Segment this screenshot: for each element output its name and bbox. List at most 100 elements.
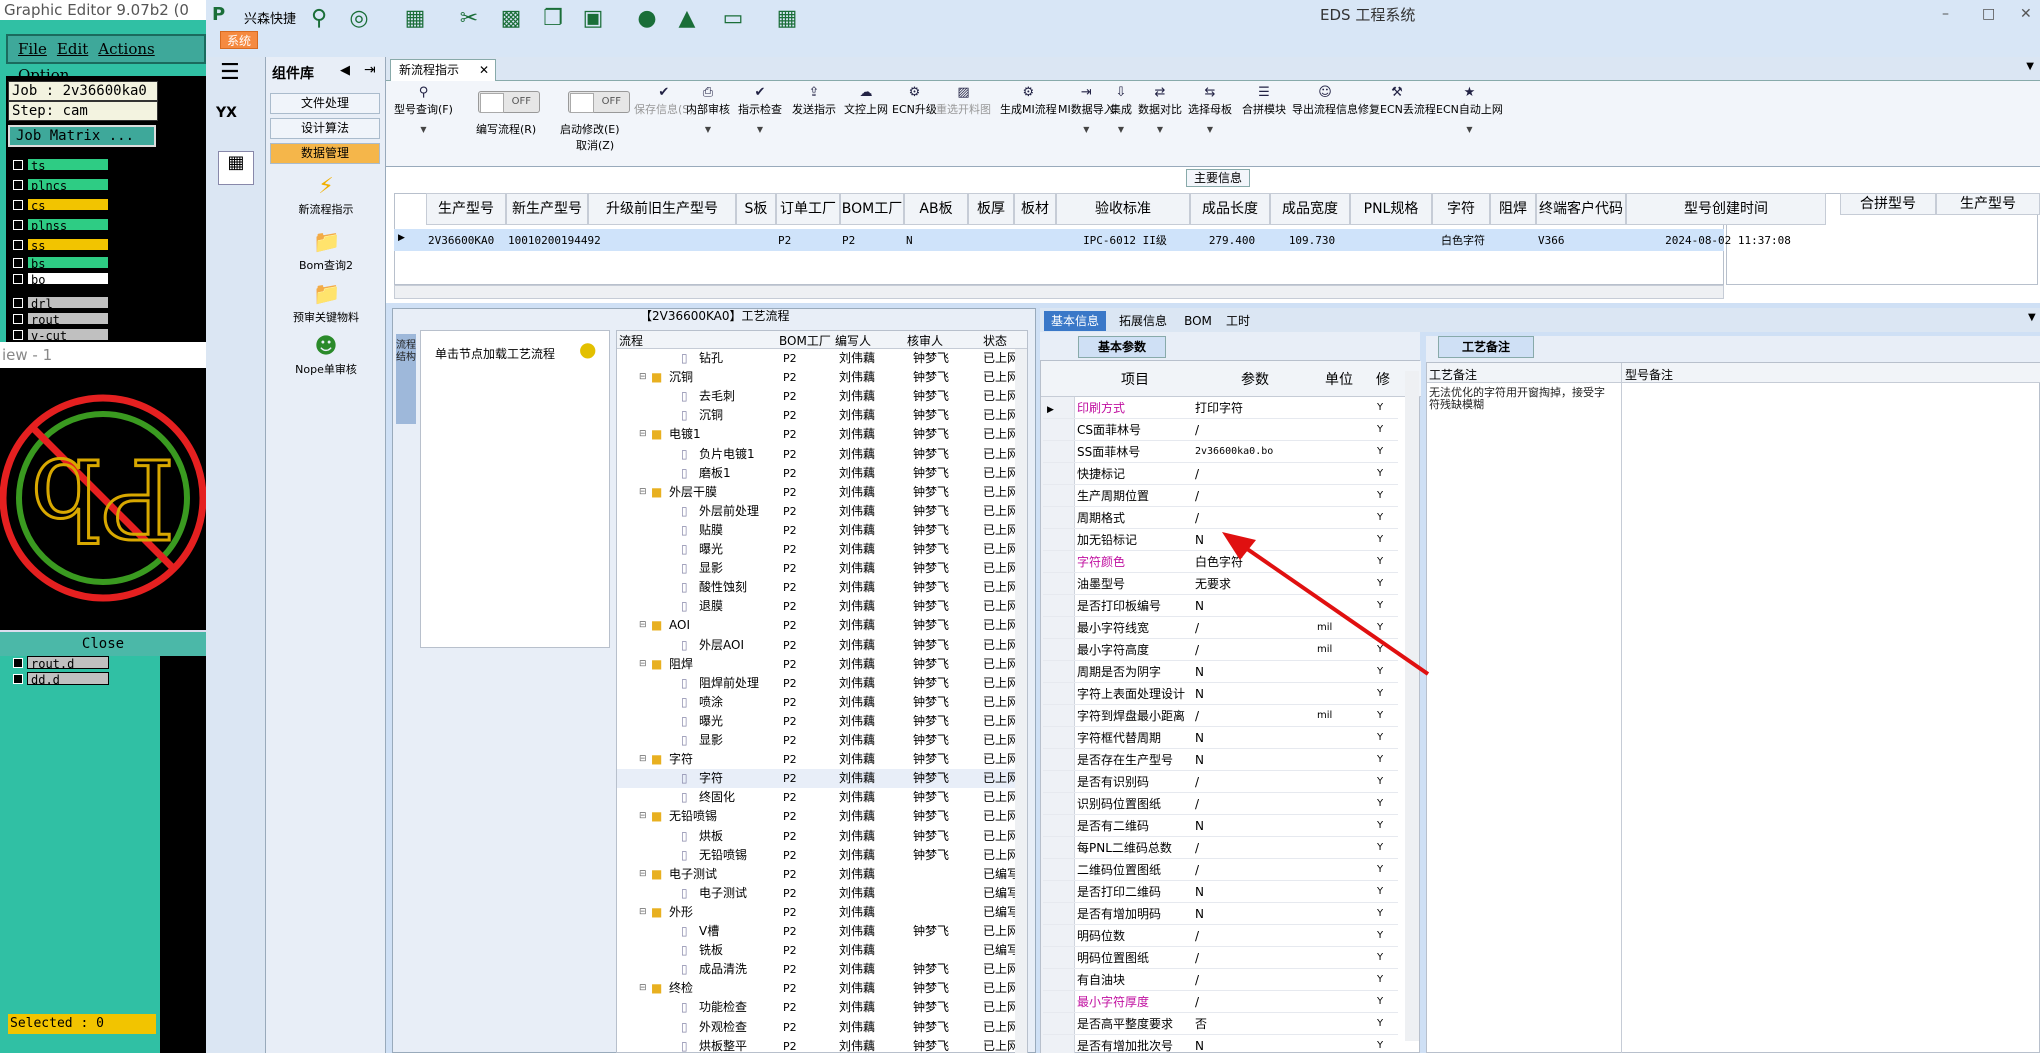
nope-review-item[interactable]: ☻ Nope单审核 <box>266 335 386 377</box>
param-row[interactable]: CS面菲林号 / Y <box>1043 419 1398 441</box>
layer-checkbox[interactable] <box>13 180 23 190</box>
start-edit-toggle[interactable]: OFF <box>568 91 630 113</box>
grid-col-header[interactable]: 板材 <box>1014 193 1056 225</box>
dropdown-icon[interactable]: ▼ <box>686 125 730 134</box>
yx-module-icon[interactable]: YX <box>216 105 256 141</box>
param-row[interactable]: SS面菲林号 2v36600ka0.bo Y <box>1043 441 1398 463</box>
ribbon-button[interactable]: ▨ 重选开料图 <box>936 85 991 117</box>
layer-row[interactable]: ss <box>10 238 128 253</box>
tree-row[interactable]: ▯ 外观检查 P2 刘伟藕 钟梦飞 已上网 <box>617 1018 1017 1037</box>
param-row[interactable]: 二维码位置图纸 / Y <box>1043 859 1398 881</box>
layer-row[interactable]: bo <box>10 272 128 287</box>
scissors-icon[interactable]: ✂ <box>456 6 482 32</box>
tree-row[interactable]: ⊟ ■ 沉铜 P2 刘伟藕 钟梦飞 已上网 <box>617 368 1017 387</box>
param-row[interactable]: 每PNL二维码总数 / Y <box>1043 837 1398 859</box>
expand-toggle-icon[interactable]: ⊟ <box>639 425 647 444</box>
layer-row[interactable]: drl <box>10 296 128 311</box>
param-value[interactable]: N <box>1195 683 1313 705</box>
param-value[interactable]: / <box>1195 991 1313 1013</box>
grid-col-header[interactable]: 生产型号 <box>426 193 506 225</box>
param-row[interactable]: 是否有二维码 N Y <box>1043 815 1398 837</box>
param-row[interactable]: 是否存在生产型号 N Y <box>1043 749 1398 771</box>
param-row[interactable]: 是否有识别码 / Y <box>1043 771 1398 793</box>
layer-checkbox[interactable] <box>13 330 23 340</box>
dropdown-icon[interactable]: ▼ <box>1138 125 1182 134</box>
detail-tab[interactable]: 拓展信息 <box>1110 311 1176 331</box>
grid-col-header[interactable]: AB板 <box>904 193 968 225</box>
param-value[interactable]: / <box>1195 771 1313 793</box>
pre-review-item[interactable]: 📁 预审关键物料 <box>266 283 386 325</box>
ribbon-button[interactable]: ⎙ 内部审核 ▼ <box>686 85 730 134</box>
param-value[interactable]: 打印字符 <box>1195 397 1313 419</box>
pin-icon[interactable]: ⇥ <box>364 62 376 78</box>
job-matrix-button[interactable]: Job Matrix ... <box>8 125 156 147</box>
tree-row[interactable]: ▯ 无铅喷锡 P2 刘伟藕 钟梦飞 已上网 <box>617 846 1017 865</box>
sidebar-item-design-algorithm[interactable]: 设计算法 <box>270 118 380 139</box>
param-value[interactable]: 否 <box>1195 1013 1313 1035</box>
layer-checkbox[interactable] <box>13 160 23 170</box>
ribbon-button[interactable]: ☰ 合拼模块 <box>1242 85 1286 117</box>
grid-col-header[interactable]: 板厚 <box>968 193 1014 225</box>
layer-checkbox[interactable] <box>13 314 23 324</box>
tree-row[interactable]: ▯ 烘板整平 P2 刘伟藕 钟梦飞 已上网 <box>617 1037 1017 1053</box>
layer-checkbox[interactable] <box>13 200 23 210</box>
tree-row[interactable]: ⊟ ■ 阻焊 P2 刘伟藕 钟梦飞 已上网 <box>617 655 1017 674</box>
tree-row[interactable]: ⊟ ■ 电镀1 P2 刘伟藕 钟梦飞 已上网 <box>617 425 1017 444</box>
layer-checkbox[interactable] <box>13 220 23 230</box>
ribbon-button[interactable]: ⇩ 集成 ▼ <box>1110 85 1132 134</box>
tree-row[interactable]: ⊟ ■ 字符 P2 刘伟藕 钟梦飞 已上网 <box>617 750 1017 769</box>
tree-row[interactable]: ▯ 磨板1 P2 刘伟藕 钟梦飞 已上网 <box>617 464 1017 483</box>
param-value[interactable]: N <box>1195 749 1313 771</box>
grid-col-header[interactable]: 验收标准 <box>1056 193 1190 225</box>
tree-row[interactable]: ▯ 外层前处理 P2 刘伟藕 钟梦飞 已上网 <box>617 502 1017 521</box>
tree-row[interactable]: ▯ 铣板 P2 刘伟藕 已编写 <box>617 941 1017 960</box>
search-icon[interactable]: ⚲ <box>306 6 332 32</box>
param-value[interactable]: N <box>1195 881 1313 903</box>
system-button[interactable]: 系统 <box>220 31 258 49</box>
dropdown-icon[interactable]: ▼ <box>1110 125 1132 134</box>
tree-row[interactable]: ▯ 去毛刺 P2 刘伟藕 钟梦飞 已上网 <box>617 387 1017 406</box>
param-value[interactable]: 2v36600ka0.bo <box>1195 441 1313 463</box>
lifebuoy-icon[interactable]: ◎ <box>346 6 372 32</box>
basic-params-tab[interactable]: 基本参数 <box>1078 336 1166 358</box>
grid-col-header[interactable]: 订单工厂 <box>776 193 840 225</box>
main-info-hscroll[interactable] <box>394 285 1724 299</box>
menu-file[interactable]: File <box>18 36 47 62</box>
param-value[interactable]: / <box>1195 485 1313 507</box>
expand-toggle-icon[interactable]: ⊟ <box>639 807 647 826</box>
param-row[interactable]: 是否打印二维码 N Y <box>1043 881 1398 903</box>
table-icon[interactable]: ▦ <box>402 6 428 32</box>
tree-row[interactable]: ⊟ ■ 外形 P2 刘伟藕 已编写 <box>617 903 1017 922</box>
param-row[interactable]: 字符上表面处理设计 N Y <box>1043 683 1398 705</box>
ribbon-button[interactable]: ☁ 文控上网 <box>844 85 888 117</box>
tree-row[interactable]: ⊟ ■ AOI P2 刘伟藕 钟梦飞 已上网 <box>617 616 1017 635</box>
tab-close-icon[interactable]: ✕ <box>479 60 489 80</box>
sidebar-item-file-processing[interactable]: 文件处理 <box>270 93 380 114</box>
dropdown-icon[interactable]: ▼ <box>394 125 453 134</box>
tree-row[interactable]: ▯ 功能检查 P2 刘伟藕 钟梦飞 已上网 <box>617 998 1017 1017</box>
hamburger-icon[interactable]: ☰ <box>220 62 250 85</box>
minimize-icon[interactable]: – <box>1942 6 1949 22</box>
layer-checkbox[interactable] <box>13 658 23 668</box>
expand-toggle-icon[interactable]: ⊟ <box>639 903 647 922</box>
monitor-icon[interactable]: ▭ <box>720 6 746 32</box>
combine-col-header[interactable]: 合拼型号 <box>1840 193 1936 215</box>
tree-row[interactable]: ▯ 钻孔 P2 刘伟藕 钟梦飞 已上网 <box>617 349 1017 368</box>
restore-icon[interactable]: □ <box>1982 6 1995 22</box>
layer-checkbox[interactable] <box>13 240 23 250</box>
ribbon-button[interactable]: ⚲ 型号查询(F) ▼ <box>394 85 453 134</box>
expand-toggle-icon[interactable]: ⊟ <box>639 368 647 387</box>
close-icon[interactable]: ✕ <box>2020 6 2032 22</box>
copy-icon[interactable]: ❐ <box>540 6 566 32</box>
expand-toggle-icon[interactable]: ⊟ <box>639 655 647 674</box>
layer-row[interactable]: bs <box>10 256 128 271</box>
param-value[interactable]: N <box>1195 727 1313 749</box>
param-col-header[interactable]: 项目 <box>1075 369 1195 389</box>
layer-row[interactable]: rout <box>10 312 128 327</box>
tree-row[interactable]: ▯ 显影 P2 刘伟藕 钟梦飞 已上网 <box>617 731 1017 750</box>
tree-row[interactable]: ▯ 烘板 P2 刘伟藕 钟梦飞 已上网 <box>617 827 1017 846</box>
param-row[interactable]: 是否高平整度要求 否 Y <box>1043 1013 1398 1035</box>
param-col-header[interactable]: 单位 <box>1315 369 1363 389</box>
layer-row[interactable]: dd.d <box>10 672 128 687</box>
tree-row[interactable]: ⊟ ■ 无铅喷锡 P2 刘伟藕 钟梦飞 已上网 <box>617 807 1017 826</box>
